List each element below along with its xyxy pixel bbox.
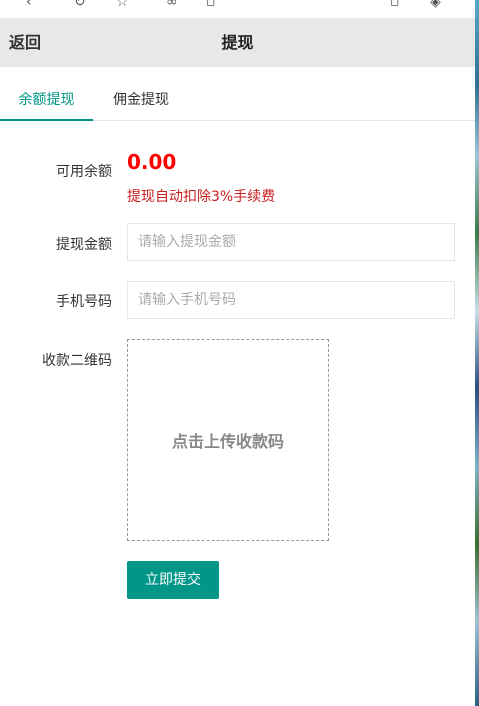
tab-balance-withdraw[interactable]: 余额提现 [0,82,93,121]
tab-bar: 余额提现 佣金提现 [0,82,475,121]
page-icon[interactable]: ▫ [206,0,216,10]
upload-text: 点击上传收款码 [171,432,284,451]
amount-input[interactable] [127,223,455,261]
amount-label: 提现金额 [56,237,112,253]
star-icon[interactable]: ☆ [116,0,129,10]
qrcode-upload-area[interactable]: 点击上传收款码 [127,339,329,541]
extension-icon[interactable]: ∞ [166,0,178,10]
shield-icon[interactable]: ◈ [430,0,441,10]
submit-button[interactable]: 立即提交 [127,561,219,599]
page-header: 提现 返回 [0,18,475,67]
tab-commission-withdraw[interactable]: 佣金提现 [98,82,184,121]
qrcode-label: 收款二维码 [42,353,112,369]
window-icon[interactable]: ▫ [390,0,400,10]
balance-label: 可用余额 [56,164,112,180]
page-title: 提现 [221,33,254,52]
screen-edge-strip [475,0,479,706]
balance-amount: 0.00 [127,150,177,174]
back-button[interactable]: 返回 [9,18,41,67]
reload-icon[interactable]: ↻ [74,0,86,10]
browser-toolbar-sliver: ‹ ↻ ☆ ∞ ▫ ▫ ◈ [0,0,475,18]
withdraw-page: ‹ ↻ ☆ ∞ ▫ ▫ ◈ 提现 返回 余额提现 佣金提现 可用余额 0.00 … [0,0,479,706]
fee-note: 提现自动扣除3%手续费 [127,189,276,205]
phone-label: 手机号码 [56,294,112,310]
phone-input[interactable] [127,281,455,319]
back-arrow-icon[interactable]: ‹ [26,0,32,10]
